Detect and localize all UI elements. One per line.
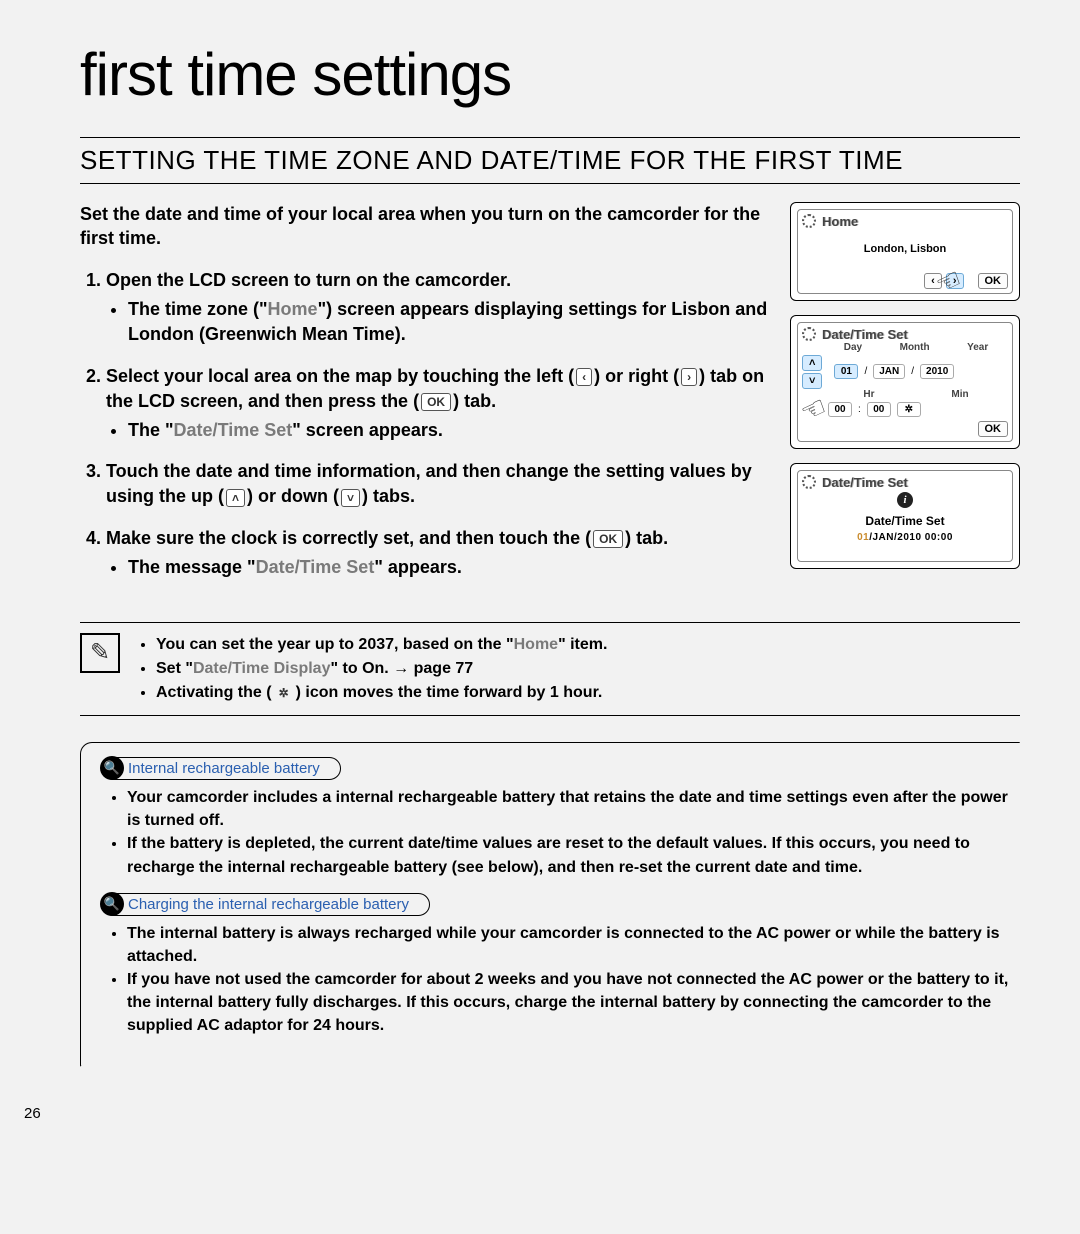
- lcd-screenshots: Home London, Lisbon ‹ › OK ☜ Date/Time S…: [790, 202, 1020, 596]
- lcd3-msg: Date/Time Set: [802, 514, 1008, 528]
- t: ) tab.: [453, 391, 496, 411]
- lcd1-right-button[interactable]: ›: [946, 273, 964, 289]
- t: " screen appears.: [292, 420, 443, 440]
- t: Make sure the clock is correctly set, an…: [106, 528, 591, 548]
- dts-grey: Date/Time Set: [174, 420, 293, 440]
- l: Year: [967, 342, 988, 353]
- lcd1-ok-button[interactable]: OK: [978, 273, 1009, 289]
- lcd-datetime: Date/Time Set Day Month Year ˄ ˅ 01/ JAN…: [790, 315, 1020, 449]
- page-ref: → page 77: [393, 660, 473, 677]
- down-button[interactable]: ˅: [802, 373, 822, 389]
- lcd2-ok-button[interactable]: OK: [978, 421, 1009, 437]
- t: ) or down (: [247, 486, 339, 506]
- callout-pill-2: 🔍 Charging the internal rechargeable bat…: [101, 893, 430, 916]
- t: " to On.: [330, 660, 393, 677]
- t: The message ": [128, 557, 256, 577]
- callout-b1: Your camcorder includes a internal recha…: [127, 786, 1009, 832]
- step-2-bullet: The "Date/Time Set" screen appears.: [128, 418, 770, 443]
- l: Hr: [863, 389, 874, 400]
- year-value[interactable]: 2010: [920, 364, 954, 379]
- min-value[interactable]: 00: [867, 402, 891, 417]
- page-number: 26: [24, 1105, 41, 1122]
- right-arrow-icon: ›: [681, 368, 697, 386]
- callout-pill-1: 🔍 Internal rechargeable battery: [101, 757, 341, 780]
- lcd-confirm: Date/Time Set i Date/Time Set 01/JAN/201…: [790, 463, 1020, 569]
- t: You can set the year up to 2037, based o…: [156, 636, 514, 653]
- dst-gear-icon: ✲: [274, 685, 294, 701]
- t: " appears.: [374, 557, 462, 577]
- lcd1-left-button[interactable]: ‹: [924, 273, 942, 289]
- up-button[interactable]: ˄: [802, 355, 822, 371]
- hr-value[interactable]: 00: [828, 402, 852, 417]
- t: Set ": [156, 660, 193, 677]
- step-1: Open the LCD screen to turn on the camco…: [106, 268, 770, 348]
- l: Month: [900, 342, 930, 353]
- t: ) icon moves the time forward by 1 hour.: [296, 684, 603, 701]
- callout-block: 🔍 Internal rechargeable battery Your cam…: [80, 742, 1020, 1067]
- step-4: Make sure the clock is correctly set, an…: [106, 526, 770, 580]
- divider-notes-bottom: [80, 715, 1020, 716]
- lcd3-title: Date/Time Set: [822, 475, 908, 490]
- dst-icon[interactable]: ✲: [897, 402, 921, 417]
- dts-grey-2: Date/Time Set: [256, 557, 375, 577]
- page-title: first time settings: [80, 40, 1020, 109]
- home-grey: Home: [268, 299, 318, 319]
- lcd1-location: London, Lisbon: [802, 229, 1008, 269]
- gear-icon: [802, 327, 816, 341]
- lcd-home: Home London, Lisbon ‹ › OK ☜: [790, 202, 1020, 301]
- l: Day: [844, 342, 862, 353]
- day-value[interactable]: 01: [834, 364, 858, 379]
- section-heading: SETTING THE TIME ZONE AND DATE/TIME FOR …: [80, 144, 1020, 184]
- step-1-text: Open the LCD screen to turn on the camco…: [106, 270, 511, 290]
- pill1-label: Internal rechargeable battery: [128, 760, 320, 777]
- info-icon: i: [897, 492, 913, 508]
- month-value[interactable]: JAN: [873, 364, 905, 379]
- t: The ": [128, 420, 174, 440]
- l: Min: [951, 389, 968, 400]
- magnifier-icon: 🔍: [100, 892, 124, 916]
- callout-b3: The internal battery is always recharged…: [127, 922, 1009, 968]
- pill2-label: Charging the internal rechargeable batte…: [128, 896, 409, 913]
- ok-icon: OK: [421, 393, 451, 411]
- note-2: Set "Date/Time Display" to On. → page 77: [156, 657, 607, 681]
- step-2: Select your local area on the map by tou…: [106, 364, 770, 444]
- t: " item.: [558, 636, 607, 653]
- t: ) tabs.: [362, 486, 415, 506]
- t: ) or right (: [594, 366, 679, 386]
- note-3: Activating the (✲) icon moves the time f…: [156, 681, 607, 705]
- t: Select your local area on the map by tou…: [106, 366, 574, 386]
- callout-b4: If you have not used the camcorder for a…: [127, 968, 1009, 1038]
- t: The time zone (": [128, 299, 268, 319]
- step-4-bullet: The message "Date/Time Set" appears.: [128, 555, 770, 580]
- step-1-bullet: The time zone ("Home") screen appears di…: [128, 297, 770, 347]
- steps-list: Open the LCD screen to turn on the camco…: [80, 268, 770, 580]
- gear-icon: [802, 475, 816, 489]
- callout-b2: If the battery is depleted, the current …: [127, 832, 1009, 878]
- notes-block: ✎ You can set the year up to 2037, based…: [80, 633, 1020, 705]
- intro-text: Set the date and time of your local area…: [80, 202, 770, 251]
- lcd2-title: Date/Time Set: [822, 327, 908, 342]
- t: ) tab.: [625, 528, 668, 548]
- note-1: You can set the year up to 2037, based o…: [156, 633, 607, 657]
- gear-icon: [802, 214, 816, 228]
- note-icon: ✎: [80, 633, 120, 673]
- up-arrow-icon: ˄: [226, 489, 245, 507]
- step-3: Touch the date and time information, and…: [106, 459, 770, 509]
- t: Activating the (: [156, 684, 272, 701]
- v: /JAN/2010 00:00: [869, 532, 953, 543]
- lcd1-title: Home: [822, 214, 858, 229]
- left-arrow-icon: ‹: [576, 368, 592, 386]
- t: Touch the date and time information, and…: [106, 461, 752, 506]
- ok-icon-2: OK: [593, 530, 623, 548]
- divider-notes-top: [80, 622, 1020, 623]
- lcd3-value: 01/JAN/2010 00:00: [802, 532, 1008, 543]
- t: Date/Time Display: [193, 660, 331, 677]
- magnifier-icon: 🔍: [100, 756, 124, 780]
- v: 01: [857, 532, 869, 543]
- divider-top: [80, 137, 1020, 138]
- down-arrow-icon: ˅: [341, 489, 360, 507]
- t: Home: [514, 636, 558, 653]
